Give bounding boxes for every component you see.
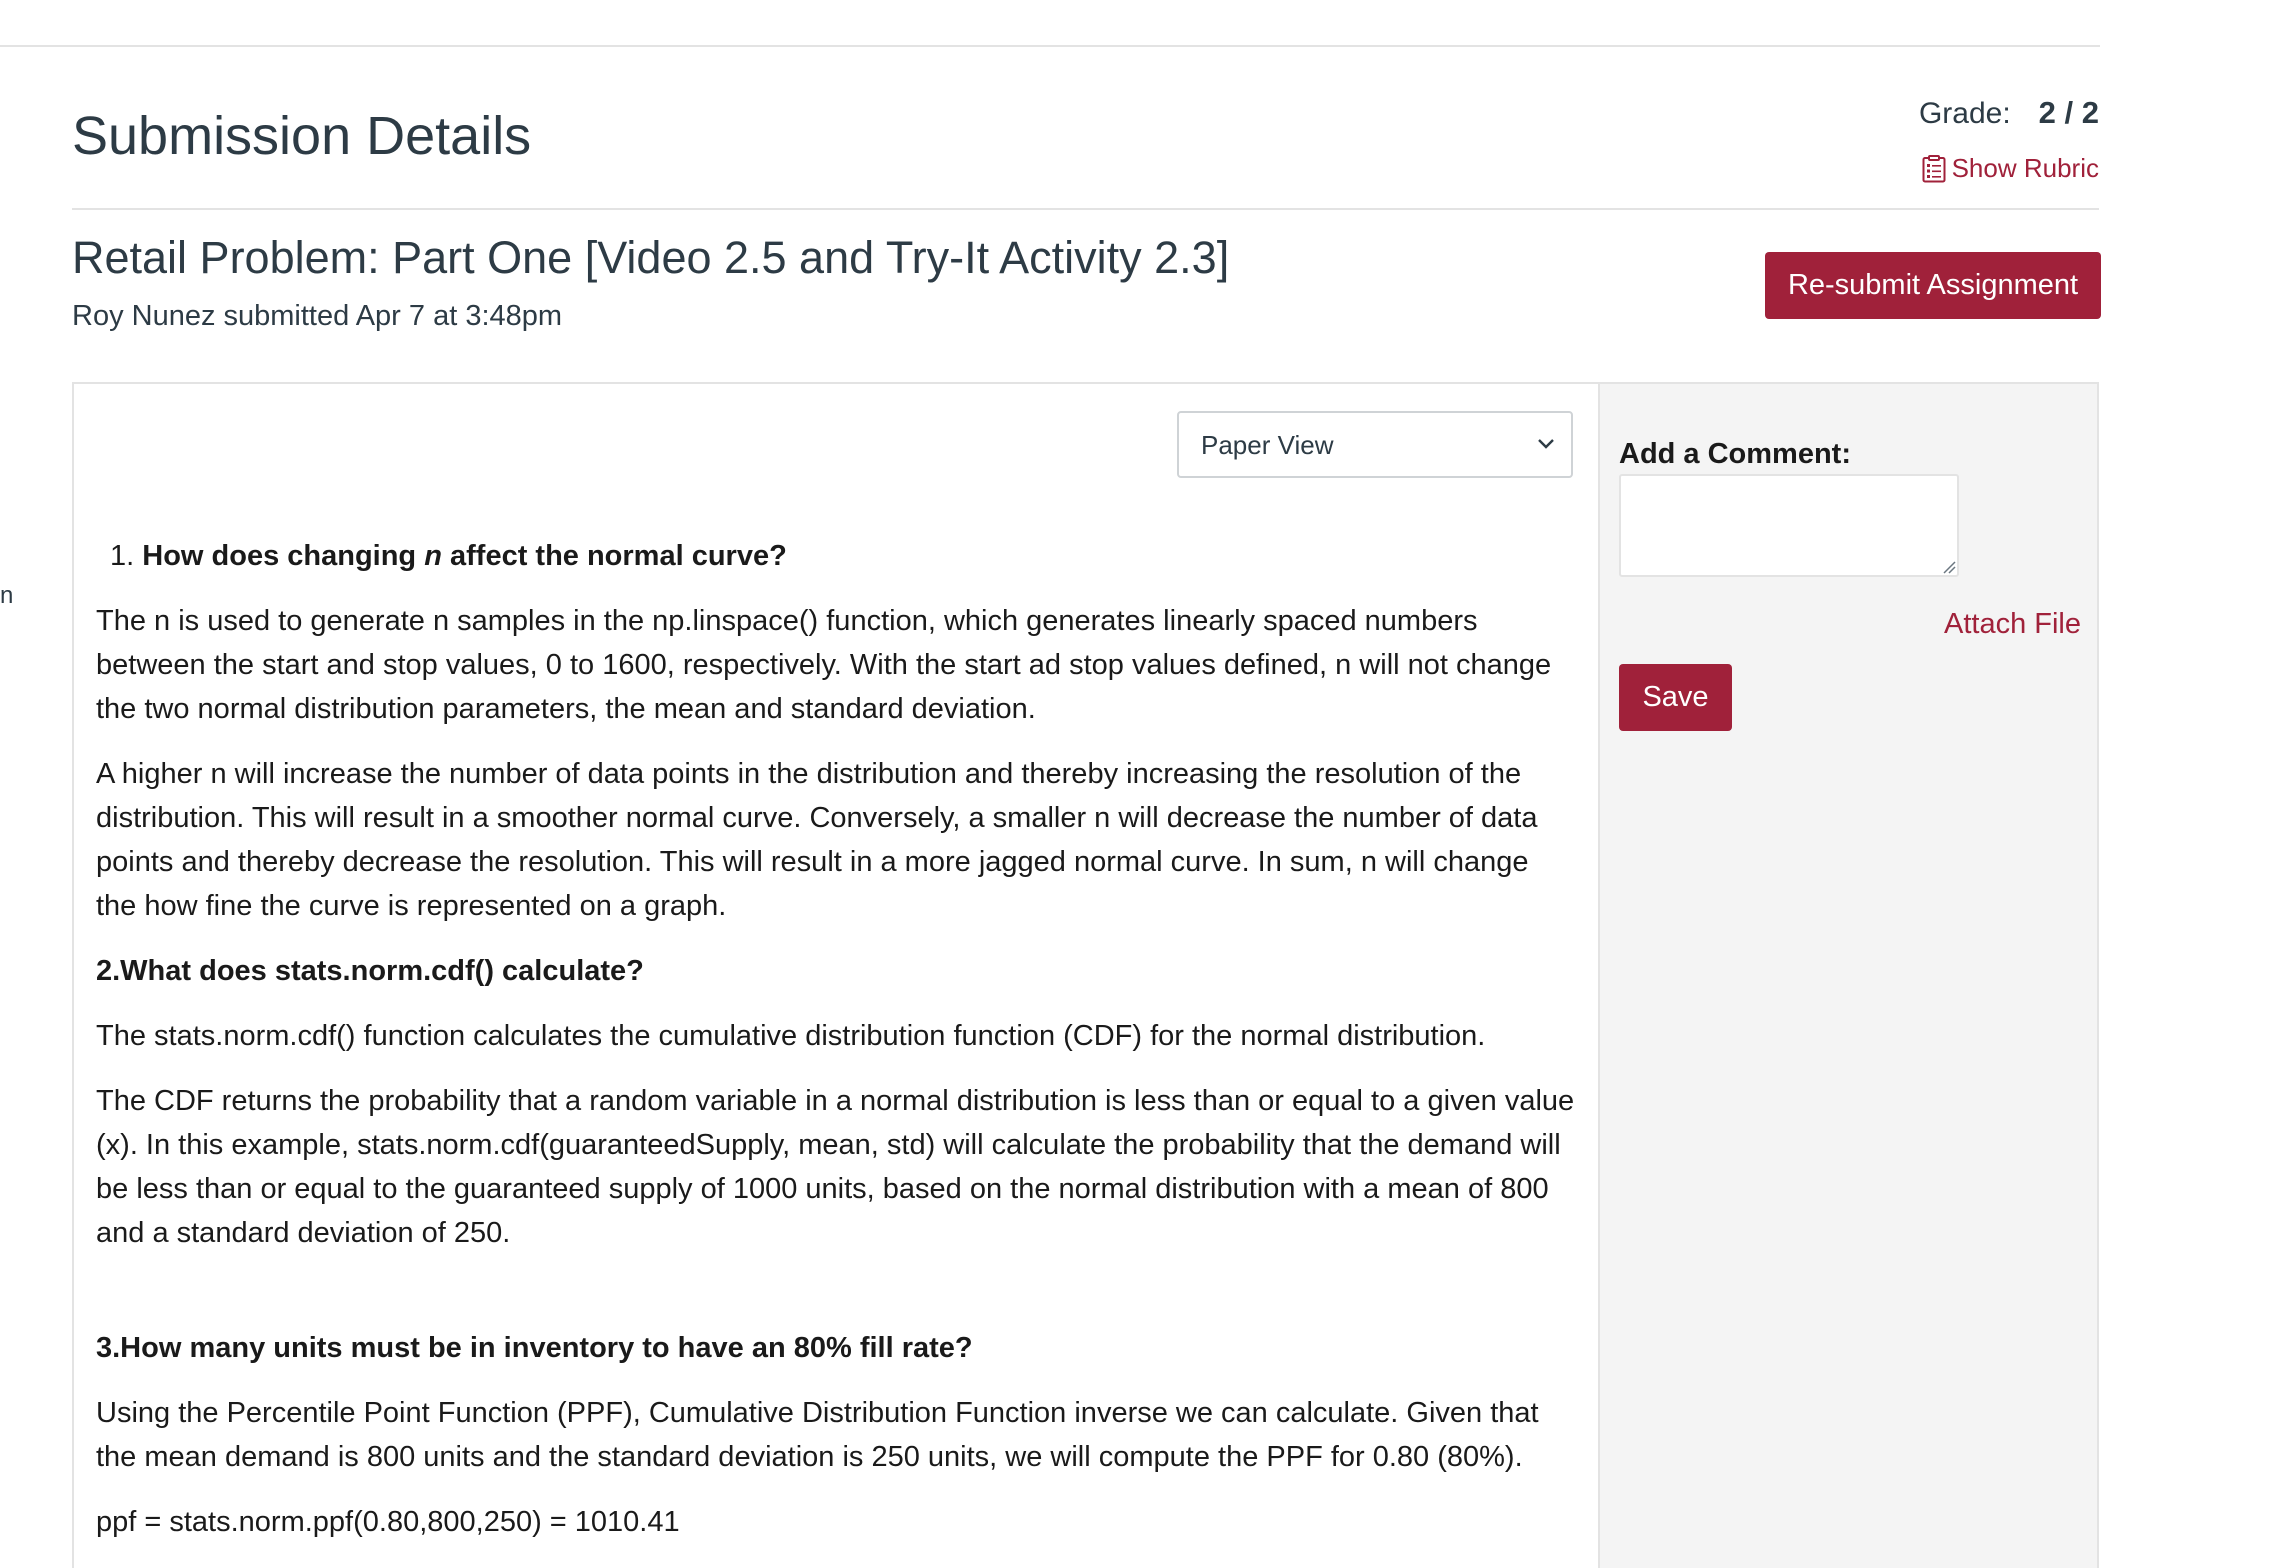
save-comment-button[interactable]: Save — [1619, 664, 1732, 731]
view-mode-value: Paper View — [1201, 430, 1334, 460]
view-mode-select[interactable]: Paper View — [1177, 411, 1573, 478]
resubmit-assignment-button[interactable]: Re-submit Assignment — [1765, 252, 2101, 319]
answer-3-paragraph-2: ppf = stats.norm.ppf(0.80,800,250) = 101… — [96, 1506, 680, 1538]
submitted-by-line: Roy Nunez submitted Apr 7 at 3:48pm — [72, 300, 563, 332]
answer-1-paragraph-1: The n is used to generate n samples in t… — [96, 605, 1552, 725]
submission-page: n Submission Details Grade: 2 / 2 Show Ru… — [0, 0, 2270, 1568]
blank-spacer — [96, 1276, 1576, 1326]
add-comment-label: Add a Comment: — [1619, 438, 1851, 470]
show-rubric-link[interactable]: Show Rubric — [1922, 153, 2099, 184]
page-title: Submission Details — [72, 106, 532, 166]
resize-handle-icon[interactable] — [1942, 560, 1956, 574]
grade-line: Grade: 2 / 2 — [1919, 95, 2099, 131]
assignment-title: Retail Problem: Part One [Video 2.5 and … — [72, 232, 1230, 283]
answer-3-paragraph-1: Using the Percentile Point Function (PPF… — [96, 1397, 1539, 1473]
chevron-down-icon — [1538, 439, 1554, 449]
submission-preview-pane: Paper View 1. How does changing n affect… — [74, 384, 1598, 1568]
question-1-number: 1. — [110, 540, 135, 572]
grade-label: Grade: — [1918, 97, 2011, 130]
attach-file-link[interactable]: Attach File — [1944, 608, 2081, 641]
header-divider — [72, 208, 2099, 210]
rubric-icon — [1922, 154, 1946, 182]
question-1-variable: n — [424, 540, 442, 572]
question-3-heading: 3.How many units must be in inventory to… — [96, 1332, 973, 1364]
question-2-heading: 2.What does stats.norm.cdf() calculate? — [96, 955, 644, 987]
question-1-text-post: affect the normal curve? — [441, 540, 787, 572]
submission-document: 1. How does changing n affect the normal… — [96, 534, 1576, 1565]
grade-value: 2 / 2 — [2038, 95, 2099, 130]
comments-sidebar: Add a Comment: Attach File Save — [1598, 384, 2097, 1568]
question-1-heading: 1. How does changing n affect the normal… — [96, 534, 1576, 578]
answer-2-paragraph-2: The CDF returns the probability that a r… — [96, 1085, 1575, 1249]
grade-block: Grade: 2 / 2 Show Rubric — [1919, 95, 2099, 188]
top-divider — [0, 45, 2100, 47]
stray-text: n — [0, 582, 14, 609]
submission-content-box: Paper View 1. How does changing n affect… — [72, 382, 2099, 1568]
answer-1-paragraph-2: A higher n will increase the number of d… — [96, 758, 1538, 922]
question-1-text-pre: How does changing — [142, 540, 425, 572]
show-rubric-label: Show Rubric — [1951, 153, 2099, 183]
comment-textarea[interactable] — [1619, 474, 1959, 577]
answer-2-paragraph-1: The stats.norm.cdf() function calculates… — [96, 1020, 1486, 1052]
